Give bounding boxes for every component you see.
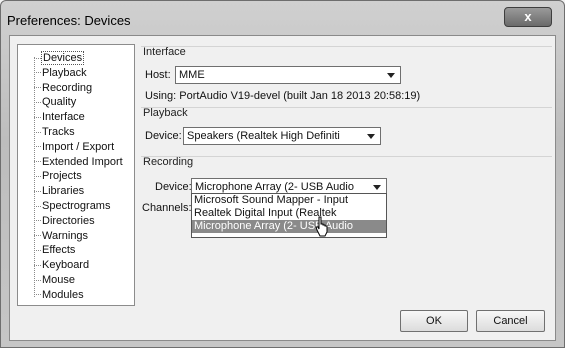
tree-connector — [34, 220, 41, 222]
tree-item-label: Warnings — [42, 229, 89, 242]
tree-item-playback[interactable]: Playback — [34, 66, 87, 80]
tree-connector — [34, 101, 41, 103]
tree-connector — [34, 235, 41, 237]
tree-item-label: Keyboard — [42, 259, 90, 272]
host-select[interactable]: MME — [175, 66, 401, 84]
tree-connector — [34, 175, 41, 177]
playback-group: Playback Device: Speakers (Realtek High … — [141, 107, 552, 151]
window-title: Preferences: Devices — [7, 13, 131, 28]
chevron-down-icon — [373, 185, 381, 190]
tree-item-keyboard[interactable]: Keyboard — [34, 258, 89, 272]
recording-device-value: Microphone Array (2- USB Audio — [195, 181, 354, 193]
recording-group-title: Recording — [143, 156, 194, 168]
portaudio-version-text: Using: PortAudio V19-devel (built Jan 18… — [145, 90, 421, 102]
tree-connector — [34, 205, 41, 207]
tree-item-label: Spectrograms — [42, 200, 111, 212]
host-select-value: MME — [179, 69, 205, 81]
tree-item-interface[interactable]: Interface — [34, 110, 85, 124]
dropdown-option-highlighted[interactable]: Microphone Array (2- USB Audio — [192, 220, 386, 233]
tree-item-label: Libraries — [42, 185, 85, 198]
preferences-window: Preferences: Devices x Devices Playback Re… — [0, 0, 565, 348]
tree-item-label: Devices — [40, 51, 85, 65]
tree-item-recording[interactable]: Recording — [34, 81, 92, 95]
tree-item-projects[interactable]: Projects — [34, 169, 82, 183]
tree-item-label: Extended Import — [42, 155, 123, 168]
tree-item-label: Effects — [42, 244, 76, 257]
tree-connector — [34, 146, 41, 148]
tree-item-warnings[interactable]: Warnings — [34, 229, 88, 243]
tree-item-label: Quality — [42, 96, 77, 109]
tree-item-label: Import / Export — [42, 140, 115, 153]
playback-group-title: Playback — [143, 107, 188, 119]
tree-connector — [34, 161, 41, 163]
host-label: Host: — [145, 69, 171, 81]
category-tree[interactable]: Devices Playback Recording Quality Interface… — [17, 44, 135, 306]
tree-item-label: Projects — [42, 170, 82, 183]
tree-connector — [34, 116, 41, 118]
hand-cursor-icon — [315, 216, 328, 237]
chevron-down-icon — [387, 73, 395, 78]
channels-label: Channels: — [142, 202, 192, 214]
tree-item-modules[interactable]: Modules — [34, 288, 84, 302]
tree-item-spectrograms[interactable]: Spectrograms — [34, 199, 110, 213]
tree-connector — [34, 72, 41, 74]
tree-item-label: Interface — [42, 111, 85, 124]
chevron-down-icon — [367, 134, 375, 139]
dropdown-option[interactable]: Microsoft Sound Mapper - Input — [192, 194, 386, 207]
tree-item-directories[interactable]: Directories — [34, 214, 95, 228]
tree-connector — [34, 57, 41, 59]
tree-connector — [34, 87, 41, 89]
tree-item-libraries[interactable]: Libraries — [34, 184, 84, 198]
tree-connector — [34, 190, 41, 192]
tree-connector — [34, 279, 41, 281]
tree-item-extended-import[interactable]: Extended Import — [34, 155, 123, 169]
tree-item-label: Modules — [42, 288, 84, 301]
interface-group: Interface Host: MME Using: PortAudio V19… — [141, 46, 552, 114]
dropdown-option[interactable]: Realtek Digital Input (Realtek — [192, 207, 386, 220]
tree-connector — [34, 249, 41, 251]
tree-item-mouse[interactable]: Mouse — [34, 273, 75, 287]
recording-device-label: Device: — [155, 181, 192, 193]
interface-group-title: Interface — [143, 46, 186, 58]
cancel-button[interactable]: Cancel — [476, 310, 545, 332]
title-bar[interactable]: Preferences: Devices x — [1, 1, 564, 35]
dialog-client-area: Devices Playback Recording Quality Interface… — [9, 35, 556, 341]
recording-device-dropdown[interactable]: Microsoft Sound Mapper - Input Realtek D… — [191, 193, 387, 238]
tree-item-devices[interactable]: Devices — [34, 51, 85, 65]
tree-connector — [34, 294, 41, 296]
close-button[interactable]: x — [504, 7, 552, 27]
tree-item-import-export[interactable]: Import / Export — [34, 140, 114, 154]
tree-item-label: Tracks — [42, 126, 75, 138]
playback-device-select[interactable]: Speakers (Realtek High Definiti — [183, 127, 381, 145]
tree-item-quality[interactable]: Quality — [34, 95, 76, 109]
playback-device-value: Speakers (Realtek High Definiti — [187, 130, 340, 142]
tree-item-label: Playback — [42, 66, 87, 79]
tree-item-tracks[interactable]: Tracks — [34, 125, 75, 139]
ok-button[interactable]: OK — [400, 310, 468, 332]
tree-connector — [34, 264, 41, 266]
tree-item-label: Mouse — [42, 274, 76, 286]
tree-connector — [34, 131, 41, 133]
tree-item-label: Recording — [42, 81, 93, 94]
close-icon: x — [524, 9, 532, 24]
tree-item-label: Directories — [42, 214, 95, 227]
playback-device-label: Device: — [145, 130, 182, 142]
tree-item-effects[interactable]: Effects — [34, 243, 75, 257]
